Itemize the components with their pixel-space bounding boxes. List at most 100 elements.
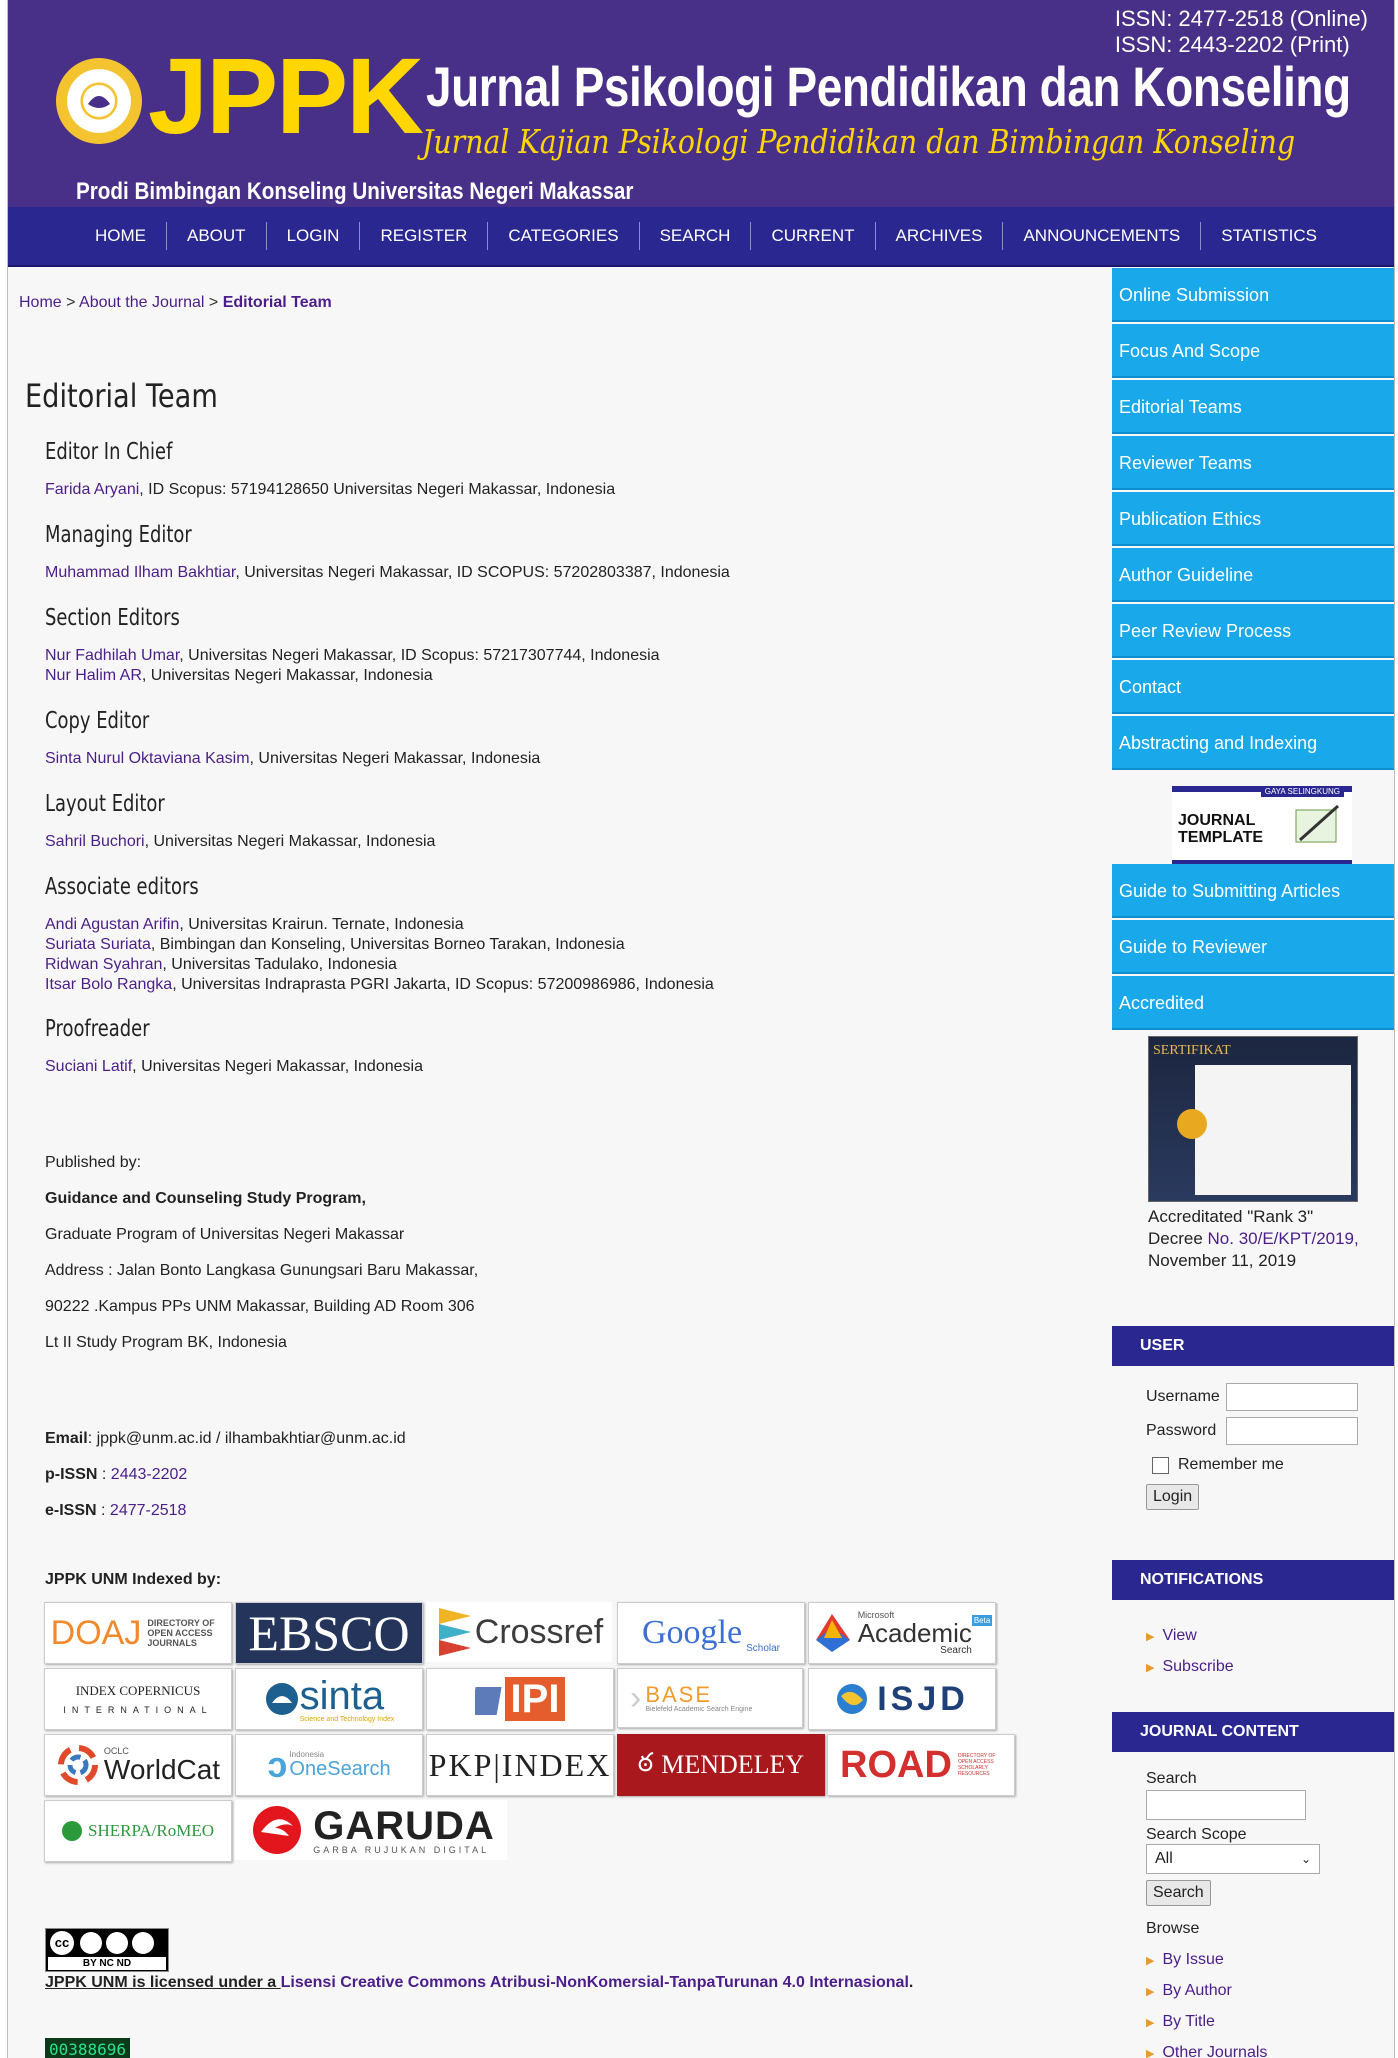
- sidebar-guide-submitting[interactable]: Guide to Submitting Articles: [1112, 864, 1394, 918]
- onesearch-logo[interactable]: ↄ Indonesia OneSearch: [235, 1734, 423, 1796]
- journal-content-header: JOURNAL CONTENT: [1112, 1712, 1394, 1752]
- nav-search[interactable]: SEARCH: [638, 222, 751, 250]
- notification-item-view[interactable]: ▶ View: [1146, 1620, 1394, 1651]
- google-scholar-logo[interactable]: Google Scholar: [617, 1602, 805, 1664]
- journal-content-block: Search Search Scope All ⌄ Search Browse …: [1112, 1752, 1394, 2058]
- username-input[interactable]: [1226, 1383, 1358, 1411]
- member-name[interactable]: Nur Fadhilah Umar: [45, 647, 179, 664]
- ms-academic-logo[interactable]: Microsoft Academic Search Beta: [808, 1602, 996, 1664]
- browse-item[interactable]: ▶ By Issue: [1146, 1944, 1394, 1975]
- notification-view-link[interactable]: View: [1162, 1627, 1196, 1644]
- browse-by-title-link[interactable]: By Title: [1162, 2013, 1214, 2030]
- pen-document-icon: [1295, 804, 1340, 843]
- user-block-header: USER: [1112, 1326, 1394, 1366]
- sidebar-editorial-teams[interactable]: Editorial Teams: [1112, 380, 1394, 434]
- password-input[interactable]: [1226, 1417, 1358, 1445]
- sherpa-romeo-logo[interactable]: SHERPA/RoMEO: [44, 1800, 232, 1862]
- browse-item[interactable]: ▶ By Author: [1146, 1975, 1394, 2006]
- search-input[interactable]: [1146, 1790, 1306, 1820]
- browse-item[interactable]: ▶ By Title: [1146, 2006, 1394, 2037]
- breadcrumb-about[interactable]: About the Journal: [79, 294, 204, 311]
- nav-about[interactable]: ABOUT: [166, 222, 266, 250]
- browse-other-journals-link[interactable]: Other Journals: [1162, 2044, 1267, 2058]
- notification-subscribe-link[interactable]: Subscribe: [1162, 1658, 1233, 1675]
- sidebar-guide-reviewer[interactable]: Guide to Reviewer: [1112, 920, 1394, 974]
- eissn-link[interactable]: 2477-2518: [110, 1502, 187, 1519]
- nav-login[interactable]: LOGIN: [265, 222, 360, 250]
- crossref-logo[interactable]: Crossref: [426, 1602, 612, 1662]
- road-logo[interactable]: ROAD DIRECTORY OF OPEN ACCESS SCHOLARLY …: [827, 1734, 1015, 1796]
- notification-item-subscribe[interactable]: ▶ Subscribe: [1146, 1651, 1394, 1682]
- search-scope-select[interactable]: All ⌄: [1146, 1844, 1320, 1874]
- member-name[interactable]: Andi Agustan Arifin: [45, 916, 179, 933]
- browse-by-author-link[interactable]: By Author: [1162, 1982, 1231, 1999]
- member-affiliation: , Universitas Negeri Makassar, Indonesia: [141, 667, 433, 684]
- breadcrumb-home[interactable]: Home: [19, 294, 62, 311]
- index-copernicus-logo[interactable]: INDEX COPERNICUS INTERNATIONAL: [44, 1668, 232, 1730]
- mendeley-logo[interactable]: ఠ MENDELEY: [617, 1734, 825, 1796]
- base-logo[interactable]: › BASE Bielefeld Academic Search Engine: [617, 1668, 803, 1728]
- nav-current[interactable]: CURRENT: [750, 222, 874, 250]
- nav-home[interactable]: HOME: [55, 222, 166, 250]
- pkp-index-logo[interactable]: PKP|INDEX: [426, 1734, 614, 1796]
- doaj-logo[interactable]: DOAJ DIRECTORY OF OPEN ACCESS JOURNALS: [44, 1602, 232, 1664]
- worldcat-logo[interactable]: OCLC WorldCat: [44, 1734, 232, 1796]
- remember-row: Remember me: [1146, 1448, 1394, 1482]
- sinta-logo[interactable]: sinta Science and Technology Index: [235, 1668, 423, 1730]
- login-button[interactable]: Login: [1146, 1484, 1200, 1510]
- nav-archives[interactable]: ARCHIVES: [874, 222, 1003, 250]
- sidebar-online-submission[interactable]: Online Submission: [1112, 268, 1394, 322]
- decree-link[interactable]: No. 30/E/KPT/2019,: [1208, 1229, 1359, 1248]
- breadcrumb-separator: >: [204, 294, 223, 311]
- pissn-link[interactable]: 2443-2202: [111, 1466, 188, 1483]
- license-link[interactable]: Lisensi Creative Commons Atribusi-NonKom…: [281, 1974, 909, 1991]
- member-name[interactable]: Suciani Latif: [45, 1058, 132, 1075]
- nav-announcements[interactable]: ANNOUNCEMENTS: [1002, 222, 1200, 250]
- email-value: : jppk@unm.ac.id / ilhambakhtiar@unm.ac.…: [87, 1430, 406, 1447]
- sidebar-peer-review-process[interactable]: Peer Review Process: [1112, 604, 1394, 658]
- member-name[interactable]: Sahril Buchori: [45, 833, 145, 850]
- ipi-logo[interactable]: IPI: [426, 1668, 614, 1730]
- journal-template-card[interactable]: GAYA SELINGKUNG JOURNAL TEMPLATE: [1172, 786, 1352, 864]
- issn-info: ISSN: 2477-2518 (Online) ISSN: 2443-2202…: [1115, 6, 1368, 58]
- member-line: Sinta Nurul Oktaviana Kasim, Universitas…: [45, 749, 540, 769]
- member-name[interactable]: Farida Aryani: [45, 481, 139, 498]
- publisher-address: 90222 .Kampus PPs UNM Makassar, Building…: [45, 1298, 475, 1315]
- sidebar-focus-and-scope[interactable]: Focus And Scope: [1112, 324, 1394, 378]
- ebsco-logo[interactable]: EBSCO: [235, 1602, 423, 1664]
- garuda-logo[interactable]: GARUDA GARBA RUJUKAN DIGITAL: [235, 1800, 507, 1860]
- ipi-logo-text: IPI: [504, 1677, 566, 1721]
- bullet-triangle-icon: ▶: [1146, 2048, 1155, 2058]
- accreditation-certificate-image[interactable]: SERTIFIKAT: [1148, 1036, 1358, 1202]
- visitor-counter[interactable]: 00388696: [45, 2038, 131, 2058]
- journal-logo[interactable]: JPPK: [148, 36, 424, 156]
- sherpa-logo-text: SHERPA/RoMEO: [88, 1821, 214, 1840]
- browse-item[interactable]: ▶ Other Journals: [1146, 2037, 1394, 2058]
- worldcat-icon: [57, 1745, 98, 1785]
- isjd-logo[interactable]: ISJD: [808, 1668, 996, 1730]
- nav-statistics[interactable]: STATISTICS: [1200, 222, 1337, 250]
- sidebar-author-guideline[interactable]: Author Guideline: [1112, 548, 1394, 602]
- sidebar-reviewer-teams[interactable]: Reviewer Teams: [1112, 436, 1394, 490]
- nav-register[interactable]: REGISTER: [359, 222, 487, 250]
- member-line: Itsar Bolo Rangka, Universitas Indrapras…: [45, 975, 714, 995]
- sidebar-accredited[interactable]: Accredited: [1112, 976, 1394, 1030]
- search-scope-value: All: [1155, 1850, 1173, 1867]
- sidebar-contact[interactable]: Contact: [1112, 660, 1394, 714]
- breadcrumb-current[interactable]: Editorial Team: [223, 294, 332, 311]
- member-name[interactable]: Nur Halim AR: [45, 667, 142, 684]
- isjd-globe-icon: [837, 1684, 868, 1714]
- member-name[interactable]: Suriata Suriata: [45, 936, 151, 953]
- member-name[interactable]: Sinta Nurul Oktaviana Kasim: [45, 750, 250, 767]
- member-name[interactable]: Ridwan Syahran: [45, 956, 162, 973]
- sidebar-abstracting-indexing[interactable]: Abstracting and Indexing: [1112, 716, 1394, 770]
- remember-checkbox[interactable]: [1152, 1456, 1169, 1474]
- member-name[interactable]: Muhammad Ilham Bakhtiar: [45, 564, 235, 581]
- member-name[interactable]: Itsar Bolo Rangka: [45, 976, 172, 993]
- browse-by-issue-link[interactable]: By Issue: [1162, 1951, 1223, 1968]
- nav-categories[interactable]: CATEGORIES: [487, 222, 638, 250]
- breadcrumb-separator: >: [61, 294, 80, 311]
- search-button[interactable]: Search: [1146, 1880, 1211, 1906]
- sidebar-publication-ethics[interactable]: Publication Ethics: [1112, 492, 1394, 546]
- cc-license-badge[interactable]: cc BY NC ND: [45, 1928, 169, 1972]
